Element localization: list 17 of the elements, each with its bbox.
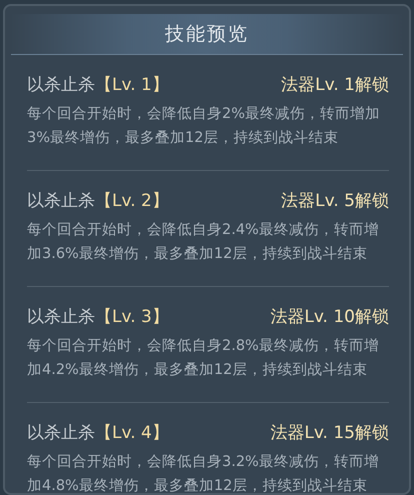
unlock-requirement: 法器Lv. 5解锁 <box>281 190 389 212</box>
skill-name: 以杀止杀 <box>27 190 95 212</box>
panel-title: 技能预览 <box>165 22 249 47</box>
skill-name: 以杀止杀 <box>27 306 95 328</box>
skill-level: 【Lv. 1】 <box>95 74 169 96</box>
unlock-requirement: 法器Lv. 10解锁 <box>270 306 389 328</box>
unlock-requirement: 法器Lv. 1解锁 <box>281 74 389 96</box>
skill-name: 以杀止杀 <box>27 422 95 444</box>
unlock-requirement: 法器Lv. 15解锁 <box>270 422 389 444</box>
skill-description: 每个回合开始时，会降低自身2.4%最终减伤，转而增加3.6%最终增伤，最多叠加12层，持续到战斗结束 <box>27 221 380 264</box>
skill-description: 每个回合开始时，会降低自身3.2%最终减伤，转而增加4.8%最终增伤，最多叠加12层，持续到战斗结束 <box>27 453 380 493</box>
skill-level: 【Lv. 2】 <box>95 190 169 212</box>
skill-level: 【Lv. 3】 <box>95 306 169 328</box>
skill-description: 每个回合开始时，会降低自身2%最终减伤，转而增加3%最终增伤，最多叠加12层，持续到战斗结束 <box>27 105 382 148</box>
skill-description: 每个回合开始时，会降低自身2.8%最终减伤，转而增加4.2%最终增伤，最多叠加12层，持续到战斗结束 <box>27 337 380 380</box>
skill-level: 【Lv. 4】 <box>95 422 169 444</box>
skill-name: 以杀止杀 <box>27 74 95 96</box>
